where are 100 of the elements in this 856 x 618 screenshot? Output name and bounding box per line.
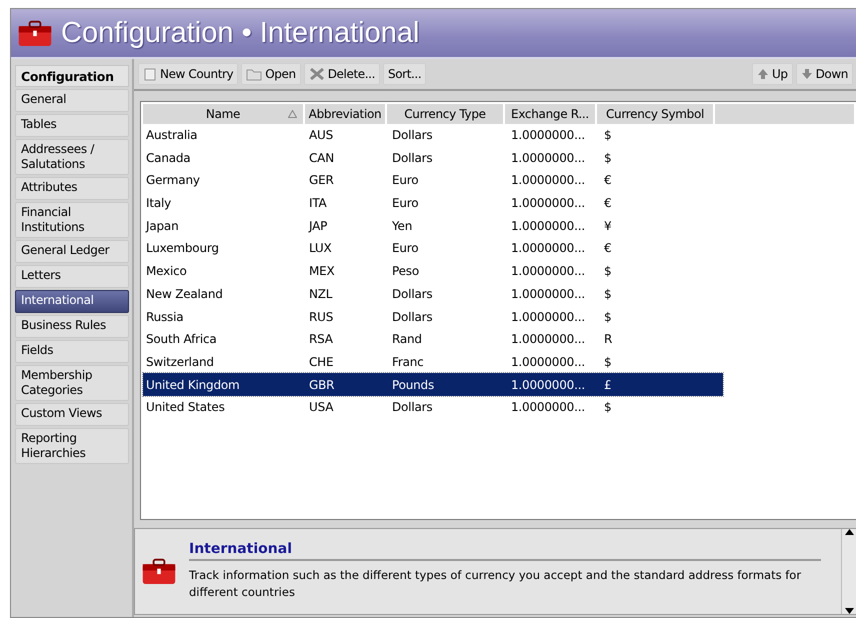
toolbar-button[interactable]: Sort... bbox=[383, 62, 426, 85]
table-cell-text: Germany bbox=[145, 173, 201, 188]
table-row[interactable]: Japan JAP Yen 1.0000000... ¥ bbox=[143, 214, 723, 238]
column-header[interactable]: Exchange R... bbox=[505, 104, 595, 124]
table-cell-text: CAN bbox=[308, 150, 335, 165]
sidebar-item[interactable]: General bbox=[15, 89, 129, 112]
table-row[interactable]: Australia AUS Dollars 1.0000000... $ bbox=[143, 124, 723, 146]
table-cell-text: LUX bbox=[308, 241, 332, 256]
table-cell-text: 1.0000000... bbox=[510, 173, 586, 188]
down-arrow-icon bbox=[800, 68, 813, 80]
table-cell-text: 1.0000000... bbox=[510, 332, 586, 346]
table-cell-text: $ bbox=[603, 286, 612, 301]
sidebar-item[interactable]: Financial Institutions bbox=[15, 202, 129, 238]
table-cell-text: Canada bbox=[145, 150, 192, 165]
table-cell-text: ITA bbox=[308, 196, 328, 210]
table-cell-text: € bbox=[603, 241, 612, 256]
table-cell-text: GER bbox=[308, 173, 335, 188]
sidebar-item[interactable]: Letters bbox=[15, 265, 129, 288]
table-row[interactable]: Germany GER Euro 1.0000000... € bbox=[143, 169, 723, 192]
window-title: Configuration • International bbox=[61, 16, 420, 50]
table-cell-text: Dollars bbox=[391, 400, 434, 414]
toolbar-button[interactable]: New Country bbox=[138, 62, 238, 85]
toolbar-button[interactable]: Delete... bbox=[304, 62, 380, 85]
column-header[interactable]: Currency Symbol bbox=[597, 104, 713, 124]
table-cell-text: € bbox=[603, 196, 612, 210]
table-cell-text: Italy bbox=[145, 196, 172, 210]
table-cell-text: R bbox=[603, 332, 614, 346]
table-cell-text: 1.0000000... bbox=[510, 241, 586, 256]
sidebar-item[interactable]: International bbox=[15, 290, 129, 313]
info-title: International bbox=[189, 541, 821, 562]
table-cell-text: £ bbox=[603, 378, 612, 392]
document-icon bbox=[143, 66, 157, 81]
table-cell-text: Yen bbox=[391, 218, 414, 233]
sidebar-header: Configuration bbox=[15, 65, 129, 87]
table-cell-text: Dollars bbox=[391, 128, 434, 142]
sidebar-item[interactable]: Custom Views bbox=[15, 403, 129, 426]
table-cell-text: USA bbox=[308, 400, 334, 414]
toolbar-button[interactable]: Open bbox=[241, 62, 301, 85]
table-cell-text: RSA bbox=[308, 332, 334, 346]
table-cell-text: RUS bbox=[308, 310, 334, 324]
table-cell-text: $ bbox=[603, 150, 612, 165]
table-row[interactable]: Russia RUS Dollars 1.0000000... $ bbox=[143, 305, 723, 328]
table-row[interactable]: New Zealand NZL Dollars 1.0000000... $ bbox=[143, 282, 723, 306]
table-row[interactable]: Mexico MEX Peso 1.0000000... $ bbox=[143, 260, 723, 283]
sidebar-item[interactable]: Fields bbox=[15, 340, 129, 363]
table-cell-text: $ bbox=[603, 354, 612, 369]
table-cell-text: Switzerland bbox=[145, 354, 215, 369]
table-cell-text: Euro bbox=[391, 241, 420, 256]
toolbar-button[interactable]: Down bbox=[796, 62, 853, 85]
toolbar-button[interactable]: Up bbox=[752, 62, 793, 85]
table-cell-text: 1.0000000... bbox=[510, 150, 586, 165]
table-cell-text: ¥ bbox=[603, 218, 612, 233]
column-header[interactable]: Name bbox=[143, 104, 303, 124]
table-cell-text: 1.0000000... bbox=[510, 354, 586, 369]
table-cell-text: 1.0000000... bbox=[510, 196, 586, 210]
sidebar-item[interactable]: Membership Categories bbox=[15, 365, 129, 401]
table-cell-text: Euro bbox=[391, 173, 420, 188]
table-cell-text: 1.0000000... bbox=[510, 128, 586, 142]
folder-icon bbox=[246, 66, 262, 81]
info-description: Track information such as the different types of currency you accept and the standard address formats for different countries bbox=[189, 567, 802, 602]
column-header[interactable]: Currency Type bbox=[387, 104, 503, 124]
sidebar-item[interactable]: Attributes bbox=[15, 177, 129, 200]
table-cell-text: 1.0000000... bbox=[510, 378, 586, 392]
toolbox-icon bbox=[17, 18, 53, 48]
up-arrow-icon bbox=[756, 68, 769, 80]
sidebar-item[interactable]: General Ledger bbox=[15, 240, 129, 263]
sidebar-item[interactable]: Tables bbox=[15, 114, 129, 137]
table-cell-text: 1.0000000... bbox=[510, 264, 586, 278]
table-cell-text: Australia bbox=[145, 128, 198, 142]
table-cell-text: NZL bbox=[308, 286, 334, 301]
table-row[interactable]: Luxembourg LUX Euro 1.0000000... € bbox=[143, 237, 723, 260]
table-cell-text: $ bbox=[603, 310, 612, 324]
table-cell-text: $ bbox=[603, 128, 612, 142]
table-cell-text: Dollars bbox=[391, 286, 434, 301]
table-cell-text: Euro bbox=[391, 196, 420, 210]
x-icon bbox=[308, 66, 325, 81]
table-row[interactable]: Italy ITA Euro 1.0000000... € bbox=[143, 192, 723, 214]
table-cell-text: Mexico bbox=[145, 264, 188, 278]
table-cell-text: South Africa bbox=[145, 332, 218, 346]
table-row[interactable]: United States USA Dollars 1.0000000... $ bbox=[143, 396, 723, 419]
table-cell-text: Japan bbox=[144, 218, 180, 233]
table-cell-text: United Kingdom bbox=[145, 378, 241, 392]
sidebar-item[interactable]: Reporting Hierarchies bbox=[15, 428, 129, 464]
table-row[interactable]: South Africa RSA Rand 1.0000000... R bbox=[143, 328, 723, 351]
column-header[interactable]: Abbreviation bbox=[305, 104, 385, 124]
scrollbar[interactable] bbox=[841, 528, 856, 614]
table-cell-text: United States bbox=[145, 400, 226, 414]
sidebar-item[interactable]: Addressees / Salutations bbox=[15, 139, 129, 175]
table-cell-text: 1.0000000... bbox=[510, 310, 586, 324]
table-row[interactable]: Canada CAN Dollars 1.0000000... $ bbox=[143, 146, 723, 170]
table-cell-text: JAP bbox=[307, 218, 328, 233]
sidebar-item[interactable]: Business Rules bbox=[15, 315, 129, 338]
down-arrow-icon bbox=[844, 608, 854, 614]
table-row[interactable]: Switzerland CHE Franc 1.0000000... $ bbox=[143, 350, 723, 374]
table-cell-text: New Zealand bbox=[145, 286, 224, 301]
table-cell-text: $ bbox=[603, 264, 612, 278]
table-row[interactable]: United Kingdom GBR Pounds 1.0000000... £ bbox=[143, 373, 723, 396]
table-cell-text: € bbox=[603, 173, 612, 188]
table-cell-text: GBR bbox=[308, 378, 336, 392]
table-cell-text: Pounds bbox=[391, 378, 436, 392]
